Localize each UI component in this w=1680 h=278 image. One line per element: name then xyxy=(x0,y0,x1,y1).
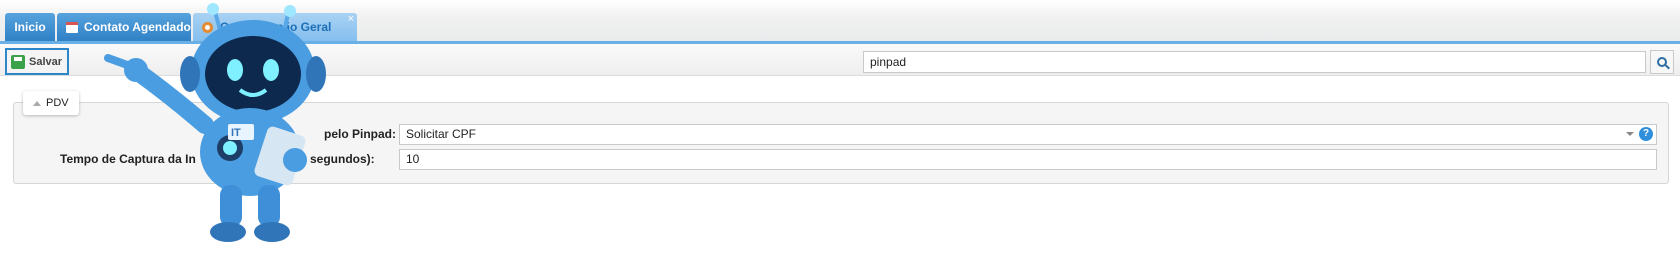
close-icon[interactable]: × xyxy=(348,13,354,25)
tab-inicio-label: Inicio xyxy=(14,20,46,34)
chevron-down-icon[interactable] xyxy=(1626,132,1634,136)
collapse-triangle-icon xyxy=(33,100,41,106)
help-icon[interactable]: ? xyxy=(1639,127,1653,141)
search-button[interactable] xyxy=(1650,50,1674,74)
pinpad-select-value: Solicitar CPF xyxy=(406,127,477,141)
save-button-label: Salvar xyxy=(29,55,63,68)
robot-mascot: IT xyxy=(104,3,326,242)
pinpad-select[interactable]: Solicitar CPF ? xyxy=(399,124,1657,145)
search-icon xyxy=(1657,57,1667,67)
tab-inicio[interactable]: Inicio xyxy=(5,13,55,41)
floppy-disk-icon xyxy=(11,54,25,69)
antenna-light-icon xyxy=(207,3,219,15)
tempo-captura-input[interactable]: 10 xyxy=(399,149,1657,170)
it-badge: IT xyxy=(231,127,241,139)
search-input[interactable]: pinpad xyxy=(863,51,1646,73)
